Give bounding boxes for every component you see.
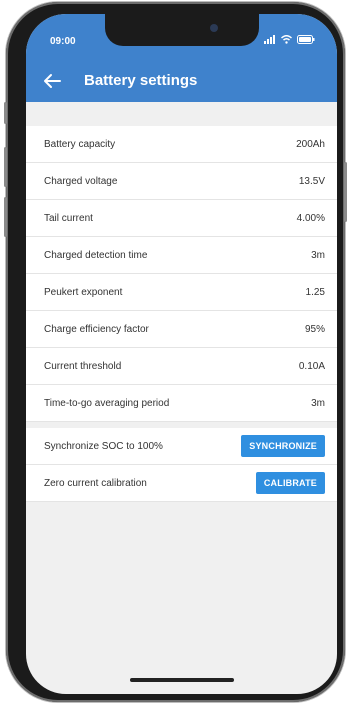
setting-label: Charge efficiency factor bbox=[44, 323, 149, 335]
setting-row-tail-current[interactable]: Tail current 4.00% bbox=[26, 200, 337, 237]
action-label: Zero current calibration bbox=[44, 477, 147, 489]
setting-value: 95% bbox=[304, 323, 325, 335]
action-label: Synchronize SOC to 100% bbox=[44, 440, 163, 452]
mute-switch bbox=[4, 102, 7, 124]
setting-value: 4.00% bbox=[296, 212, 325, 224]
setting-row-peukert-exponent[interactable]: Peukert exponent 1.25 bbox=[26, 274, 337, 311]
setting-value: 0.10A bbox=[298, 360, 325, 372]
volume-up-button bbox=[4, 147, 7, 187]
setting-value: 1.25 bbox=[305, 286, 325, 298]
wifi-icon bbox=[281, 35, 292, 44]
setting-value: 13.5V bbox=[298, 175, 325, 187]
synchronize-button[interactable]: SYNCHRONIZE bbox=[241, 435, 325, 457]
setting-row-battery-capacity[interactable]: Battery capacity 200Ah bbox=[26, 126, 337, 163]
volume-down-button bbox=[4, 197, 7, 237]
setting-label: Tail current bbox=[44, 212, 93, 224]
setting-row-time-to-go-averaging-period[interactable]: Time-to-go averaging period 3m bbox=[26, 385, 337, 422]
setting-label: Battery capacity bbox=[44, 138, 116, 150]
back-arrow-icon[interactable] bbox=[42, 72, 62, 90]
status-icons bbox=[264, 35, 315, 44]
setting-label: Peukert exponent bbox=[44, 286, 123, 298]
setting-row-charge-efficiency-factor[interactable]: Charge efficiency factor 95% bbox=[26, 311, 337, 348]
app-header: 09:00 Battery settings bbox=[26, 14, 337, 102]
calibrate-button[interactable]: CALIBRATE bbox=[255, 472, 325, 494]
action-row-calibrate: Zero current calibration CALIBRATE bbox=[26, 465, 337, 502]
status-time: 09:00 bbox=[50, 36, 76, 47]
page-title: Battery settings bbox=[84, 72, 198, 89]
setting-row-charged-voltage[interactable]: Charged voltage 13.5V bbox=[26, 163, 337, 200]
setting-label: Time-to-go averaging period bbox=[44, 397, 170, 409]
setting-row-current-threshold[interactable]: Current threshold 0.10A bbox=[26, 348, 337, 385]
signal-icon bbox=[264, 35, 275, 44]
notch bbox=[105, 14, 259, 46]
setting-value: 3m bbox=[311, 249, 325, 261]
app-screen: 09:00 Battery settings Battery capacity … bbox=[26, 14, 337, 694]
power-button bbox=[344, 162, 347, 222]
setting-row-charged-detection-time[interactable]: Charged detection time 3m bbox=[26, 237, 337, 274]
setting-label: Current threshold bbox=[44, 360, 122, 372]
action-row-synchronize: Synchronize SOC to 100% SYNCHRONIZE bbox=[26, 428, 337, 465]
battery-icon bbox=[297, 35, 315, 44]
battery-settings-list: Battery capacity 200Ah Charged voltage 1… bbox=[26, 126, 337, 422]
camera-icon bbox=[210, 24, 218, 32]
setting-value: 3m bbox=[311, 397, 325, 409]
home-indicator[interactable] bbox=[130, 678, 234, 682]
actions-list: Synchronize SOC to 100% SYNCHRONIZE Zero… bbox=[26, 428, 337, 502]
setting-value: 200Ah bbox=[296, 138, 325, 150]
phone-frame: 09:00 Battery settings Battery capacity … bbox=[4, 2, 347, 702]
setting-label: Charged detection time bbox=[44, 249, 148, 261]
setting-label: Charged voltage bbox=[44, 175, 118, 187]
